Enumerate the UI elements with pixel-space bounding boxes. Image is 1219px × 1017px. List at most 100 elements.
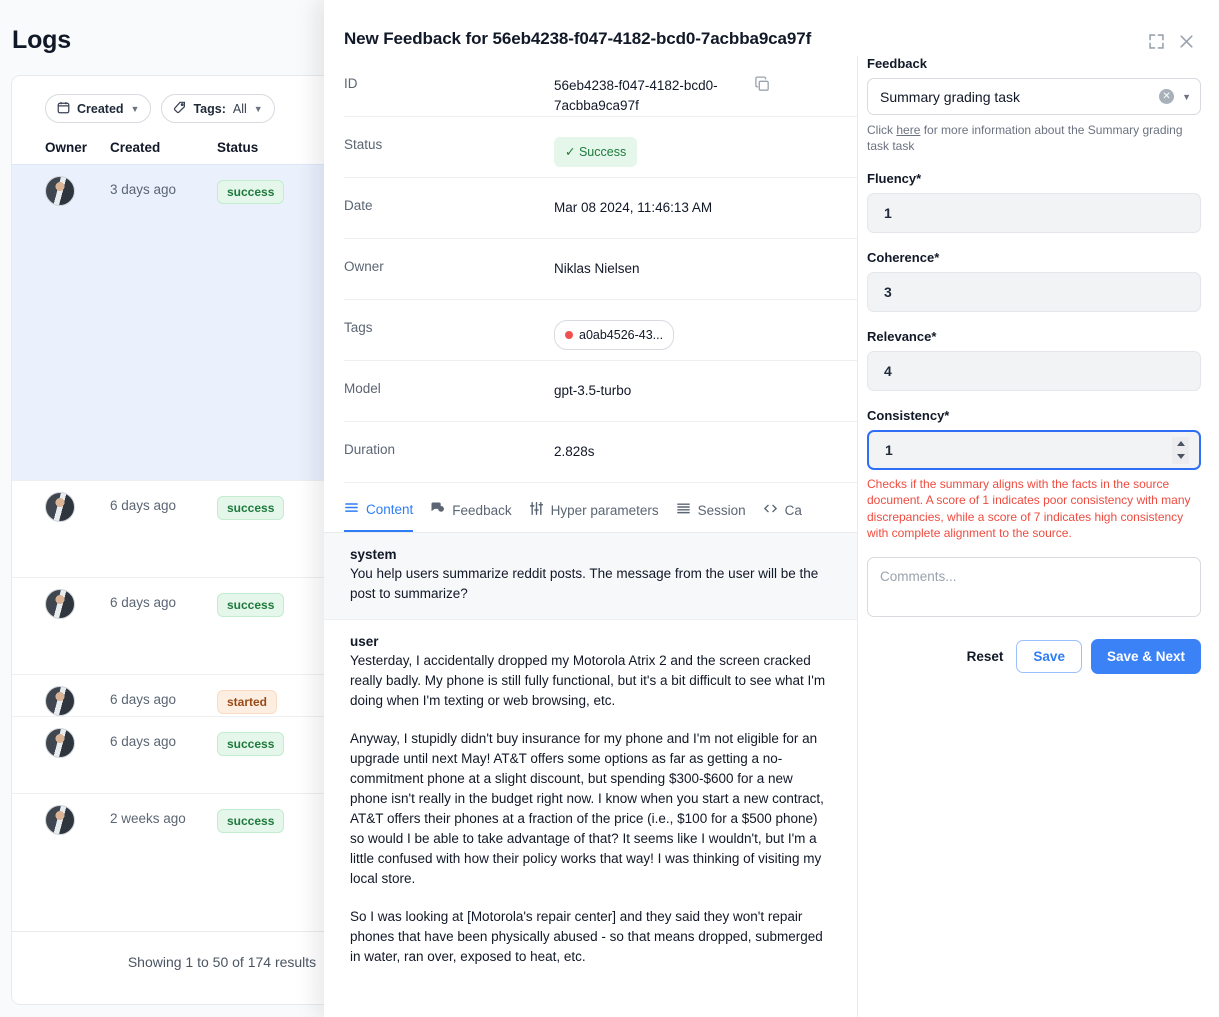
table-body: 3 days ago success 6 days ago success 6 days… bbox=[12, 164, 324, 890]
status-cell: success bbox=[217, 492, 317, 520]
owner-cell bbox=[45, 176, 110, 206]
message-user: user Yesterday, I accidentally dropped my… bbox=[324, 620, 857, 982]
tab-label: Session bbox=[697, 502, 746, 518]
created-cell: 6 days ago bbox=[110, 734, 177, 749]
help-link[interactable]: here bbox=[896, 123, 920, 137]
metadata-label: Duration bbox=[344, 442, 396, 457]
number-stepper[interactable] bbox=[1172, 436, 1189, 464]
relevance-input[interactable]: 4 bbox=[867, 351, 1201, 391]
score-fields: Fluency* 1 Coherence* 3 Relevance* 4 Consisten… bbox=[867, 171, 1201, 470]
metadata-row: ID 56eb4238-f047-4182-bcd0-7acbba9ca97f bbox=[344, 56, 857, 117]
filter-created[interactable]: Created ▼ bbox=[45, 94, 152, 123]
field-consistency: Consistency* 1 bbox=[867, 408, 1201, 470]
created-cell: 6 days ago bbox=[110, 498, 177, 513]
table-row[interactable]: 6 days ago success bbox=[12, 480, 324, 577]
status-cell: success bbox=[217, 805, 317, 833]
coherence-label: Coherence* bbox=[867, 250, 940, 265]
metadata-value: Niklas Nielsen bbox=[554, 261, 640, 276]
status-badge: success bbox=[217, 732, 285, 756]
page-title: Logs bbox=[12, 26, 71, 54]
feedback-select-value: Summary grading task bbox=[880, 88, 1021, 105]
table-row[interactable]: 2 weeks ago success bbox=[12, 793, 324, 890]
column-created: Created bbox=[110, 140, 161, 155]
close-icon[interactable] bbox=[1171, 26, 1201, 56]
results-count: Showing 1 to 50 of 174 results bbox=[12, 931, 324, 970]
avatar bbox=[45, 805, 75, 835]
code-icon bbox=[763, 501, 778, 519]
message-paragraph: Anyway, I stupidly didn't buy insurance … bbox=[350, 731, 824, 886]
table-row[interactable]: 6 days ago started bbox=[12, 674, 324, 716]
owner-cell bbox=[45, 686, 110, 716]
status-cell: success bbox=[217, 176, 317, 204]
tab-label: Ca bbox=[784, 502, 802, 518]
chat-icon bbox=[430, 501, 445, 519]
save-and-next-button[interactable]: Save & Next bbox=[1090, 639, 1201, 675]
save-button[interactable]: Save bbox=[1016, 640, 1082, 674]
feedback-select[interactable]: Summary grading task ✕ ▼ bbox=[867, 78, 1201, 115]
chevron-down-icon: ▼ bbox=[1182, 91, 1191, 102]
metadata-label: Model bbox=[344, 381, 381, 396]
metadata-label: Tags bbox=[344, 320, 373, 335]
field-relevance: Relevance* 4 bbox=[867, 329, 1201, 391]
tab-feedback[interactable]: Feedback bbox=[430, 498, 512, 532]
expand-icon[interactable] bbox=[1141, 26, 1171, 56]
created-cell: 6 days ago bbox=[110, 692, 177, 707]
metadata-row: Status ✓ Success bbox=[344, 117, 857, 178]
tab-ca[interactable]: Ca bbox=[763, 498, 802, 532]
tab-label: Hyper parameters bbox=[550, 502, 659, 518]
feedback-form: Feedback Summary grading task ✕ ▼ Click … bbox=[858, 56, 1219, 1017]
metadata-value: gpt-3.5-turbo bbox=[554, 383, 632, 398]
status-badge: success bbox=[217, 809, 285, 833]
metadata-value: 56eb4238-f047-4182-bcd0-7acbba9ca97f bbox=[554, 78, 718, 113]
table-row[interactable]: 6 days ago success bbox=[12, 577, 324, 674]
consistency-input[interactable]: 1 bbox=[867, 430, 1201, 470]
help-prefix: Click bbox=[867, 123, 897, 137]
message-text: You help users summarize reddit posts. T… bbox=[350, 564, 832, 604]
owner-cell bbox=[45, 728, 110, 758]
feedback-modal: New Feedback for 56eb4238-f047-4182-bcd0… bbox=[324, 0, 1219, 1017]
tag-color-dot bbox=[565, 331, 573, 339]
message-role: user bbox=[350, 634, 379, 649]
logs-card: Created ▼ Tags: All ▼ Owner Created Stat… bbox=[11, 75, 324, 1005]
status-cell: success bbox=[217, 589, 317, 617]
tag-pill[interactable]: a0ab4526-43... bbox=[554, 320, 675, 350]
stepper-down-icon[interactable] bbox=[1176, 454, 1185, 460]
table-header: Owner Created Status bbox=[12, 140, 324, 164]
sliders-icon bbox=[529, 501, 544, 519]
metadata-label: ID bbox=[344, 76, 358, 91]
tab-label: Content bbox=[366, 501, 414, 517]
message-system: system You help users summarize reddit po… bbox=[324, 533, 857, 620]
metadata-table: ID 56eb4238-f047-4182-bcd0-7acbba9ca97f St… bbox=[324, 56, 857, 483]
comments-input[interactable] bbox=[867, 557, 1201, 618]
modal-title: New Feedback for 56eb4238-f047-4182-bcd0… bbox=[344, 29, 812, 48]
filter-tags[interactable]: Tags: All ▼ bbox=[161, 94, 275, 123]
detail-column: ID 56eb4238-f047-4182-bcd0-7acbba9ca97f St… bbox=[324, 56, 858, 1017]
status-badge: started bbox=[217, 690, 278, 714]
feedback-help-text: Click here for more information about th… bbox=[867, 122, 1201, 154]
column-owner: Owner bbox=[45, 140, 88, 155]
tab-session[interactable]: Session bbox=[676, 498, 746, 532]
coherence-input[interactable]: 3 bbox=[867, 272, 1201, 312]
reset-button[interactable]: Reset bbox=[963, 641, 1008, 672]
fluency-label: Fluency* bbox=[867, 171, 922, 186]
created-cell: 2 weeks ago bbox=[110, 811, 186, 826]
metadata-value: ✓ Success bbox=[554, 137, 857, 167]
clear-icon[interactable]: ✕ bbox=[1159, 89, 1175, 104]
consistency-value: 1 bbox=[885, 442, 893, 458]
table-row[interactable]: 6 days ago success bbox=[12, 716, 324, 793]
message-paragraph: Yesterday, I accidentally dropped my Mot… bbox=[350, 653, 826, 708]
created-cell: 3 days ago bbox=[110, 182, 177, 197]
metadata-value: 2.828s bbox=[554, 444, 595, 459]
created-cell: 6 days ago bbox=[110, 595, 177, 610]
stepper-up-icon[interactable] bbox=[1176, 440, 1185, 446]
consistency-error-text: Checks if the summary aligns with the fa… bbox=[867, 477, 1191, 540]
tab-hyper-parameters[interactable]: Hyper parameters bbox=[529, 498, 659, 532]
table-row[interactable]: 3 days ago success bbox=[12, 164, 324, 480]
filter-tags-value: All bbox=[232, 101, 247, 116]
owner-cell bbox=[45, 589, 110, 619]
column-status: Status bbox=[217, 140, 259, 155]
fluency-input[interactable]: 1 bbox=[867, 193, 1201, 233]
calendar-icon bbox=[57, 101, 70, 117]
tab-content[interactable]: Content bbox=[344, 498, 414, 532]
copy-icon[interactable] bbox=[754, 76, 780, 98]
